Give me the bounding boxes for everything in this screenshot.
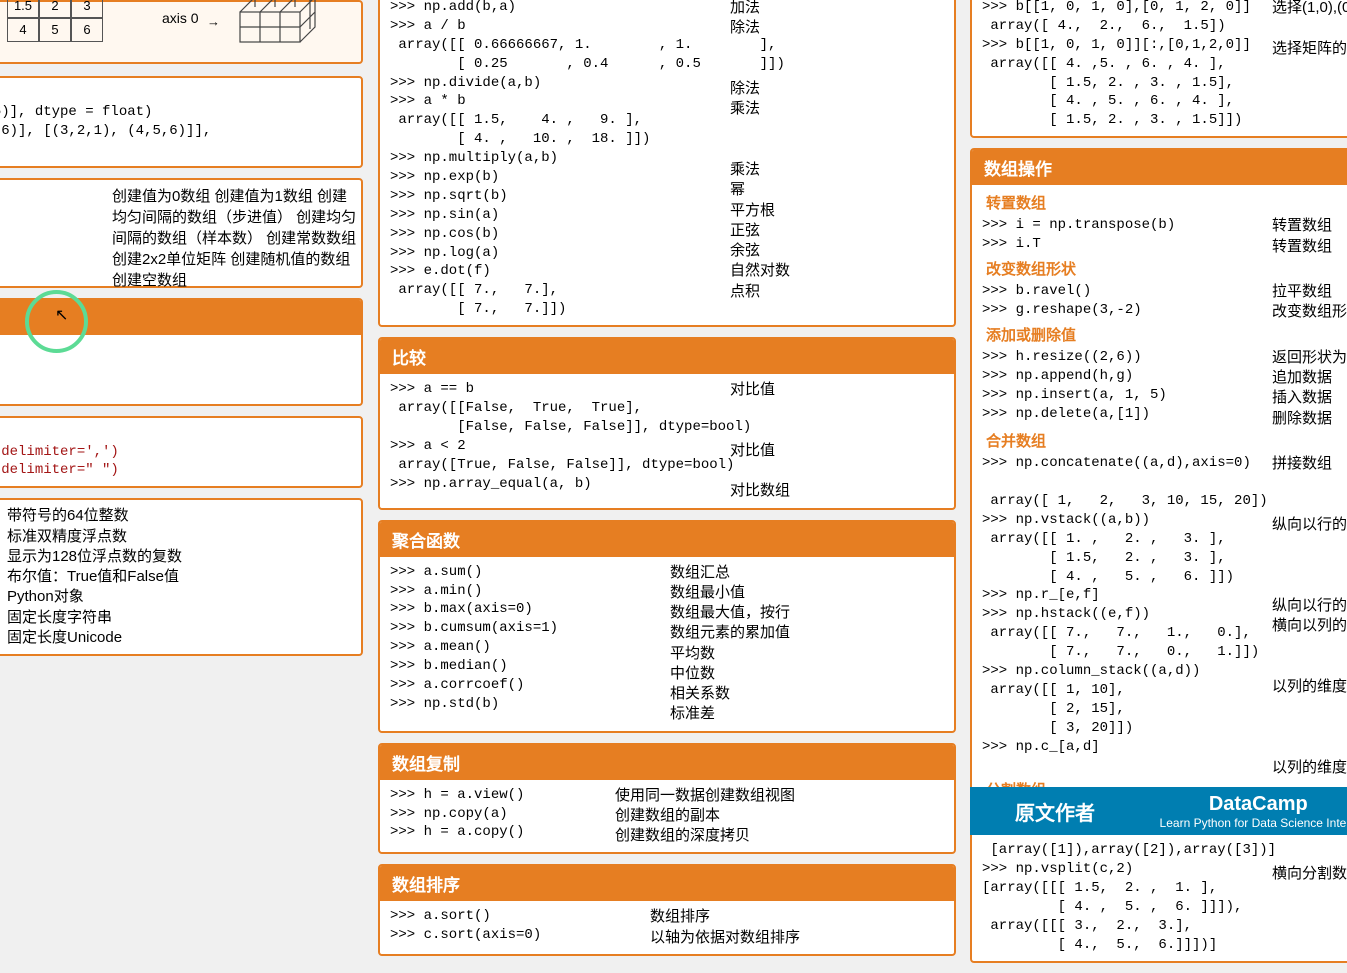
index-box: >>> b[[1, 0, 1, 0],[0, 1, 2, 0]] array([… [970, 0, 1347, 138]
cell: 1.5 [7, 0, 39, 18]
transpose-sub: 转置数组 [982, 191, 1347, 216]
merge-sub: 合并数组 [982, 429, 1347, 454]
sort-header: 数组排序 [380, 866, 954, 901]
axis-label: axis 0 [162, 10, 199, 26]
copy-header: 数组复制 [380, 745, 954, 780]
init-functions-box: pe=np.int16) 5,5) 7) 2,2)) 创建值为0数组 创建值为1… [0, 178, 363, 288]
arith-box: >>> np.add(b,a) >>> a / b array([[ 0.666… [378, 0, 956, 327]
cursor-icon: ↖ [55, 305, 68, 325]
dtype-box: 带符号的64位整数 标准双精度浮点数 显示为128位浮点数的复数 布尔值：Tru… [0, 498, 363, 656]
sort-box: 数组排序 >>> a.sort() >>> c.sort(axis=0) 数组排… [378, 864, 956, 956]
copy-box: 数组复制 >>> h = a.view() >>> np.copy(a) >>>… [378, 743, 956, 855]
agg-box: 聚合函数 >>> a.sum() >>> a.min() >>> b.max(a… [378, 520, 956, 733]
compare-box: 比较 >>> a == b array([[False, True, True]… [378, 337, 956, 510]
array-diagram: 1.523 456 axis 0 → [0, 0, 363, 64]
file-box2: e.txt") r_file.csv", delimiter=',') ray.… [0, 416, 363, 489]
create-array-box: 3]) ,2,3), (4,5,6)], dtype = float) 5,2,… [0, 76, 363, 168]
manip-header: 数组操作 [972, 150, 1347, 185]
compare-header: 比较 [380, 339, 954, 374]
addremove-sub: 添加或删除值 [982, 323, 1347, 348]
manip-box: 数组操作 转置数组 >>> i = np.transpose(b) >>> i.… [970, 148, 1347, 962]
footer-author: 原文作者 [970, 797, 1095, 826]
footer: 原文作者 DataCamp Learn Python for Data Scie… [970, 787, 1347, 835]
footer-brand: DataCamp [1160, 793, 1347, 816]
agg-header: 聚合函数 [380, 522, 954, 557]
footer-tagline: Learn Python for Data Science Intera [1160, 816, 1347, 830]
reshape-sub: 改变数组形状 [982, 257, 1347, 282]
